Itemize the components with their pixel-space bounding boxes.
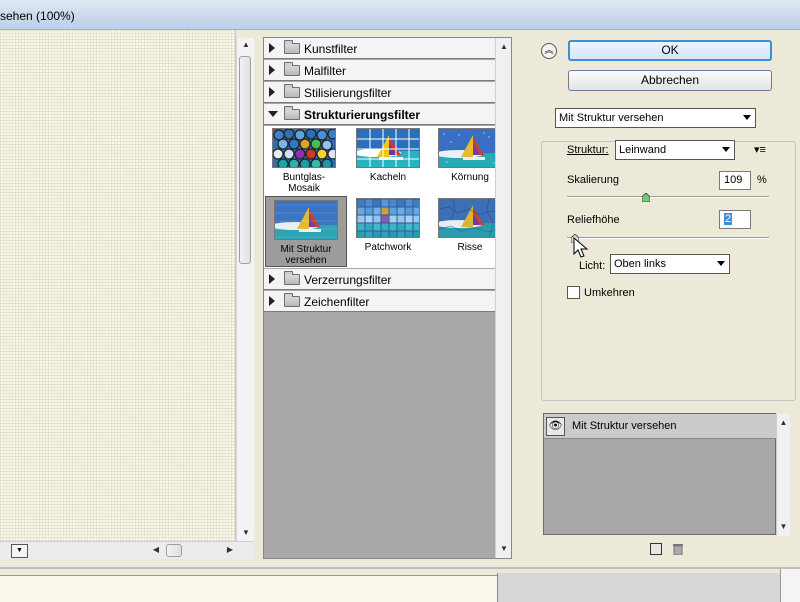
struktur-select[interactable]: Leinwand [615,140,735,160]
scroll-up-arrow-icon[interactable]: ▲ [777,416,790,430]
effect-layer-row[interactable]: 👁 Mit Struktur versehen [544,414,776,439]
folder-icon [284,40,300,54]
folder-icon [284,293,300,307]
expand-arrow-icon[interactable] [269,296,275,306]
folder-icon [284,271,300,285]
reliefhoehe-input[interactable]: 2 [719,210,751,229]
struktur-menu-icon[interactable]: ▾≡ [754,143,766,156]
thumb-kacheln[interactable]: Kacheln [352,128,424,194]
thumbnail-label: Patchwork [364,242,412,253]
filter-thumbnails: Buntglas-Mosaik Kacheln Körnung Mit Stru… [264,126,511,268]
scroll-left-arrow-icon[interactable]: ◀ [148,543,164,557]
thumb-patchwork[interactable]: Patchwork [352,198,424,264]
chevron-down-icon [722,147,730,152]
category-label: Strukturierungsfilter [304,108,421,122]
expand-arrow-icon[interactable] [269,87,275,97]
new-effect-layer-icon[interactable] [650,543,662,555]
craquelure-thumb-icon [438,198,502,238]
skalierung-slider[interactable] [567,196,769,198]
eye-icon[interactable]: 👁 [546,417,565,436]
filter-select[interactable]: Mit Struktur versehen [555,108,756,128]
category-verzerrungsfilter[interactable]: Verzerrungsfilter [264,269,511,290]
status-bar-edge [780,569,800,602]
licht-value: Oben links [614,258,666,270]
scroll-up-arrow-icon[interactable]: ▲ [496,40,512,54]
grain-thumb-icon [438,128,502,168]
category-label: Kunstfilter [304,42,358,56]
status-bar-left [0,575,497,602]
folder-icon [284,62,300,76]
panel-divider [254,30,263,561]
category-stilisierungsfilter[interactable]: Stilisierungsfilter [264,82,511,103]
licht-select[interactable]: Oben links [610,254,730,274]
scroll-thumb[interactable] [239,56,251,264]
chevron-down-icon [743,115,751,120]
licht-label: Licht: [579,260,606,272]
category-kunstfilter[interactable]: Kunstfilter [264,38,511,59]
stained-glass-thumb-icon [272,128,336,168]
reliefhoehe-slider[interactable] [567,237,769,239]
thumb-buntglas-mosaik[interactable]: Buntglas-Mosaik [268,128,340,194]
category-label: Stilisierungsfilter [304,86,392,100]
zoom-dropdown-arrow-icon[interactable]: ▼ [11,544,28,558]
scroll-down-arrow-icon[interactable]: ▼ [496,542,512,556]
thumbnail-label: Buntglas-Mosaik [282,172,326,194]
skalierung-slider-thumb[interactable] [642,193,651,202]
category-label: Malfilter [304,64,347,78]
expand-arrow-icon[interactable] [269,274,275,284]
open-folder-icon [284,106,300,120]
category-label: Zeichenfilter [304,295,370,309]
struktur-label: Struktur: [567,144,609,156]
status-bar-right [497,573,780,602]
reliefhoehe-value: 2 [724,213,733,225]
status-bar [0,567,800,602]
skalierung-unit: % [757,174,767,186]
folder-icon [284,84,300,98]
horizontal-scroll-thumb[interactable] [166,544,182,557]
texturizer-thumb-icon [274,200,338,240]
mouse-pointer-icon [573,237,589,258]
title-bar: sehen (100%) [0,0,800,30]
scroll-down-arrow-icon[interactable]: ▼ [777,520,790,534]
category-strukturierungsfilter[interactable]: Strukturierungsfilter [264,104,511,125]
category-zeichenfilter[interactable]: Zeichenfilter [264,291,511,312]
thumbnail-label: Kacheln [369,172,407,183]
collapse-arrow-icon[interactable] [268,111,278,117]
expand-arrow-icon[interactable] [269,43,275,53]
filter-select-value: Mit Struktur versehen [559,112,664,124]
scroll-right-arrow-icon[interactable]: ▶ [222,543,238,557]
effect-layer-label: Mit Struktur versehen [572,420,677,432]
preview-canvas[interactable] [0,30,236,541]
trash-icon[interactable] [672,542,684,555]
window-title: sehen (100%) [0,9,75,23]
patchwork-thumb-icon [356,198,420,238]
effect-layers-list: 👁 Mit Struktur versehen ▲ ▼ [543,413,790,536]
thumb-mit-struktur-versehen[interactable]: Mit Struktur versehen [265,196,347,267]
scroll-down-arrow-icon[interactable]: ▼ [238,526,254,540]
ok-button[interactable]: OK [568,40,772,61]
preview-vertical-scrollbar[interactable]: ▲ ▼ [236,38,254,541]
skalierung-input[interactable]: 109 [719,171,751,190]
umkehren-checkbox[interactable] [567,286,580,299]
layers-scrollbar[interactable]: ▲ ▼ [776,414,790,536]
filter-gallery: Kunstfilter Malfilter Stilisierungsfilte… [263,37,512,559]
reliefhoehe-label: Reliefhöhe [567,214,620,226]
thumbnail-label: Mit Struktur versehen [280,244,332,266]
preview-bottom-bar: ▼ ◀ ▶ [0,541,258,559]
tiles-thumb-icon [356,128,420,168]
collapse-gallery-icon[interactable]: ︽ [541,43,557,59]
category-label: Verzerrungsfilter [304,273,392,287]
chevron-down-icon [717,261,725,266]
expand-arrow-icon[interactable] [269,65,275,75]
struktur-value: Leinwand [619,144,667,156]
cancel-button[interactable]: Abbrechen [568,70,772,91]
skalierung-label: Skalierung [567,174,619,186]
gallery-scrollbar[interactable]: ▲ ▼ [495,38,511,558]
scroll-up-arrow-icon[interactable]: ▲ [238,38,254,52]
umkehren-label: Umkehren [584,287,635,299]
category-malfilter[interactable]: Malfilter [264,60,511,81]
